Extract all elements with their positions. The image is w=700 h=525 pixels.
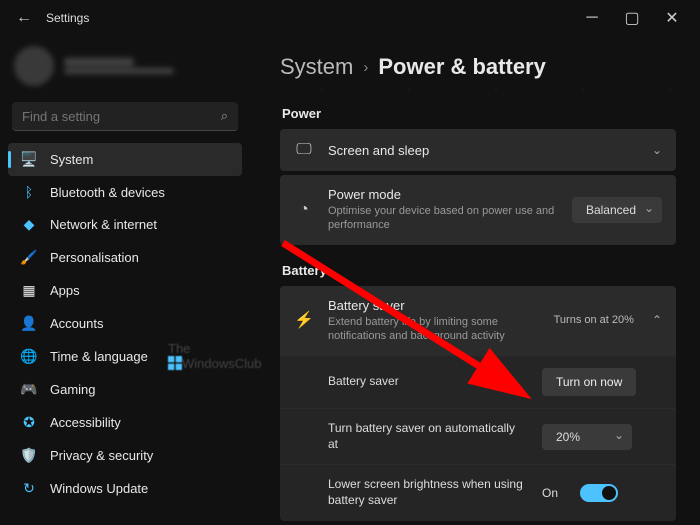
sidebar: ⌕ 🖥️System ᛒBluetooth & devices ◆Network… [0,36,250,525]
nav-accounts[interactable]: 👤Accounts [8,307,242,340]
breadcrumb-parent[interactable]: System [280,54,353,80]
nav-system[interactable]: 🖥️System [8,143,242,176]
back-button[interactable]: ← [8,9,40,27]
app-title: Settings [46,11,89,25]
nav-list: 🖥️System ᛒBluetooth & devices ◆Network &… [8,143,242,505]
chevron-up-icon: ⌃ [652,313,662,327]
search-input[interactable] [22,109,221,124]
avatar [14,46,54,86]
nav-personalisation[interactable]: 🖌️Personalisation [8,241,242,274]
update-icon: ↻ [20,480,38,497]
nav-privacy[interactable]: 🛡️Privacy & security [8,439,242,472]
brightness-row: Lower screen brightness when using batte… [280,464,676,520]
globe-icon: 🌐 [20,348,38,365]
turn-on-now-button[interactable]: Turn on now [542,368,636,396]
battery-chart-axis: ····· [280,84,676,94]
monitor-icon: 🖵 [294,141,314,159]
screen-sleep-row[interactable]: 🖵 Screen and sleep ⌄ [280,129,676,171]
minimize-button[interactable]: ─ [572,4,612,32]
saver-status: Turns on at 20% [554,314,634,326]
auto-threshold-select[interactable]: 20% [542,424,632,450]
brush-icon: 🖌️ [20,249,38,266]
close-button[interactable]: ✕ [652,4,692,32]
maximize-button[interactable]: ▢ [612,4,652,32]
nav-apps[interactable]: ▦Apps [8,274,242,307]
nav-bluetooth[interactable]: ᛒBluetooth & devices [8,176,242,208]
search-icon: ⌕ [221,108,228,124]
wifi-icon: ◆ [20,216,38,233]
power-mode-select[interactable]: Balanced [572,197,662,223]
gauge-icon: ◔ [294,201,314,219]
breadcrumb: System › Power & battery [280,54,676,80]
page-title: Power & battery [378,54,546,80]
nav-gaming[interactable]: 🎮Gaming [8,373,242,406]
power-mode-row[interactable]: ◔ Power mode Optimise your device based … [280,175,676,245]
person-icon: 👤 [20,315,38,332]
nav-accessibility[interactable]: ✪Accessibility [8,406,242,439]
battery-icon: ⚡ [294,310,314,330]
main-content: System › Power & battery ····· Power 🖵 S… [250,36,700,525]
system-icon: 🖥️ [20,151,38,168]
saver-toggle-row: Battery saver Turn on now [280,355,676,408]
shield-icon: 🛡️ [20,447,38,464]
nav-update[interactable]: ↻Windows Update [8,472,242,505]
section-battery-heading: Battery [282,263,676,278]
titlebar: ← Settings ─ ▢ ✕ [0,0,700,36]
battery-saver-row[interactable]: ⚡ Battery saver Extend battery life by l… [280,286,676,356]
search-box[interactable]: ⌕ [12,102,238,131]
brightness-toggle[interactable] [580,484,618,502]
section-power-heading: Power [282,106,676,121]
apps-icon: ▦ [20,282,38,299]
brightness-state: On [542,486,558,500]
chevron-down-icon: ⌄ [652,143,662,157]
nav-time[interactable]: 🌐Time & language [8,340,242,373]
user-profile[interactable] [8,40,242,100]
nav-network[interactable]: ◆Network & internet [8,208,242,241]
accessibility-icon: ✪ [20,414,38,431]
saver-auto-row: Turn battery saver on automatically at 2… [280,408,676,464]
battery-saver-subpanel: Battery saver Turn on now Turn battery s… [280,355,676,520]
gaming-icon: 🎮 [20,381,38,398]
chevron-right-icon: › [363,59,368,76]
bluetooth-icon: ᛒ [20,184,38,200]
